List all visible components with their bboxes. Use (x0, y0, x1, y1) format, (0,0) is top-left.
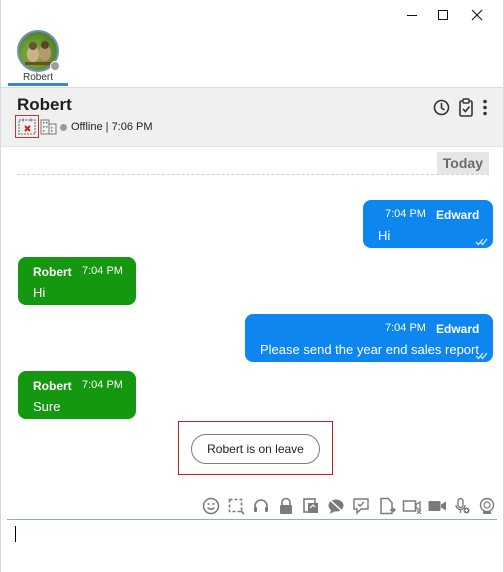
close-button[interactable] (454, 0, 500, 30)
headset-icon[interactable] (251, 496, 271, 516)
message-input[interactable] (7, 519, 497, 572)
chat-window: Robert Robert Offline | 7:06 PM Today 7:… (0, 0, 504, 572)
read-receipt-icon (475, 352, 488, 360)
active-tab-indicator (8, 83, 68, 86)
message-sender: Edward (436, 322, 480, 336)
close-icon (471, 9, 483, 21)
video-message-icon[interactable] (402, 496, 422, 516)
message-time: 7:04 PM (82, 265, 123, 277)
message-sender: Robert (33, 379, 72, 393)
read-receipt-icon (475, 238, 488, 246)
message-sender: Robert (33, 265, 72, 279)
day-divider-line (17, 174, 489, 175)
message-toolbar (201, 495, 497, 517)
audio-message-icon[interactable] (452, 496, 472, 516)
calendar-remove-icon[interactable] (18, 118, 36, 135)
notice-highlight-box: Robert is on leave (178, 421, 333, 475)
contact-name: Robert (17, 95, 72, 114)
presence-status: Offline | 7:06 PM (71, 121, 153, 133)
emoji-icon[interactable] (201, 496, 221, 516)
day-divider-label: Today (436, 152, 489, 174)
minimize-icon (407, 15, 417, 16)
lock-icon[interactable] (276, 496, 296, 516)
offline-status-dot (50, 61, 60, 71)
message-text: Hi (33, 285, 46, 300)
message-bubble-outgoing[interactable]: 7:04 PM Edward Please send the year end … (245, 314, 493, 362)
assistant-icon[interactable] (477, 496, 497, 516)
tab-label: Robert (22, 72, 53, 83)
presence-dot (60, 124, 67, 131)
message-text: Hi (378, 228, 391, 243)
contact-tabs: Robert (1, 28, 503, 86)
task-icon[interactable] (351, 496, 371, 516)
clipboard-check-icon[interactable] (458, 98, 474, 117)
mute-chat-icon[interactable] (326, 496, 346, 516)
message-time: 7:04 PM (385, 208, 426, 220)
message-bubble-outgoing[interactable]: 7:04 PM Edward Hi (363, 200, 493, 248)
history-icon[interactable] (433, 99, 450, 116)
on-leave-notice: Robert is on leave (191, 434, 320, 464)
chat-header: Robert Offline | 7:06 PM (1, 87, 503, 147)
title-bar (1, 0, 503, 30)
screenshot-icon[interactable] (226, 496, 246, 516)
contact-tab-robert[interactable]: Robert (8, 28, 68, 86)
text-caret (15, 526, 16, 542)
video-call-icon[interactable] (427, 496, 447, 516)
message-bubble-incoming[interactable]: Robert 7:04 PM Sure (18, 371, 136, 419)
screen-share-icon[interactable] (301, 496, 321, 516)
message-sender: Edward (436, 208, 480, 222)
message-bubble-incoming[interactable]: Robert 7:04 PM Hi (18, 257, 136, 305)
more-vertical-icon[interactable] (482, 99, 488, 116)
building-icon[interactable] (40, 118, 57, 135)
message-text: Sure (33, 399, 61, 414)
file-transfer-icon[interactable] (377, 496, 397, 516)
message-time: 7:04 PM (385, 322, 426, 334)
message-text: Please send the year end sales report (260, 342, 479, 357)
message-time: 7:04 PM (82, 379, 123, 391)
maximize-icon (438, 10, 448, 20)
